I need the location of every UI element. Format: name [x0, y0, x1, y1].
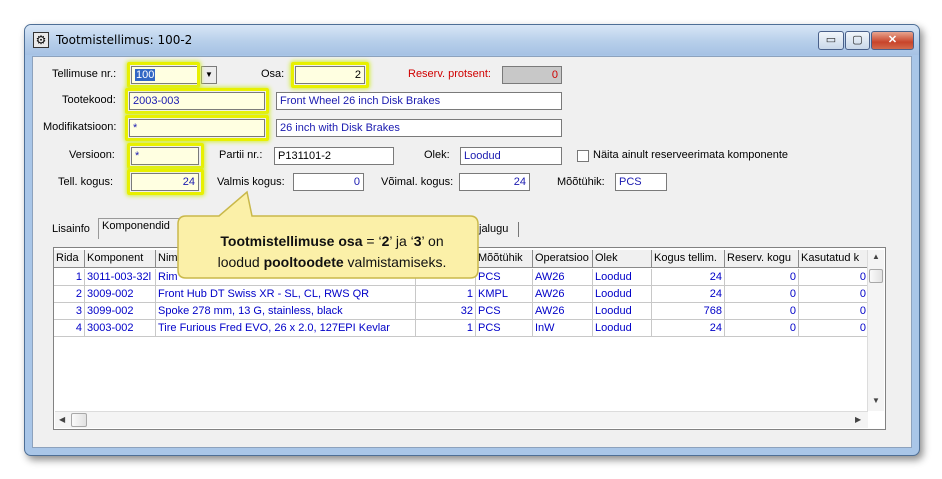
callout-line-1: Tootmistellimuse osa = ‘2’ ja ‘3’ on: [220, 233, 444, 249]
callout-text: Tootmistellimuse osa = ‘2’ ja ‘3’ on loo…: [192, 231, 472, 273]
callout-line-2: loodud pooltoodete valmistamiseks.: [217, 254, 447, 270]
